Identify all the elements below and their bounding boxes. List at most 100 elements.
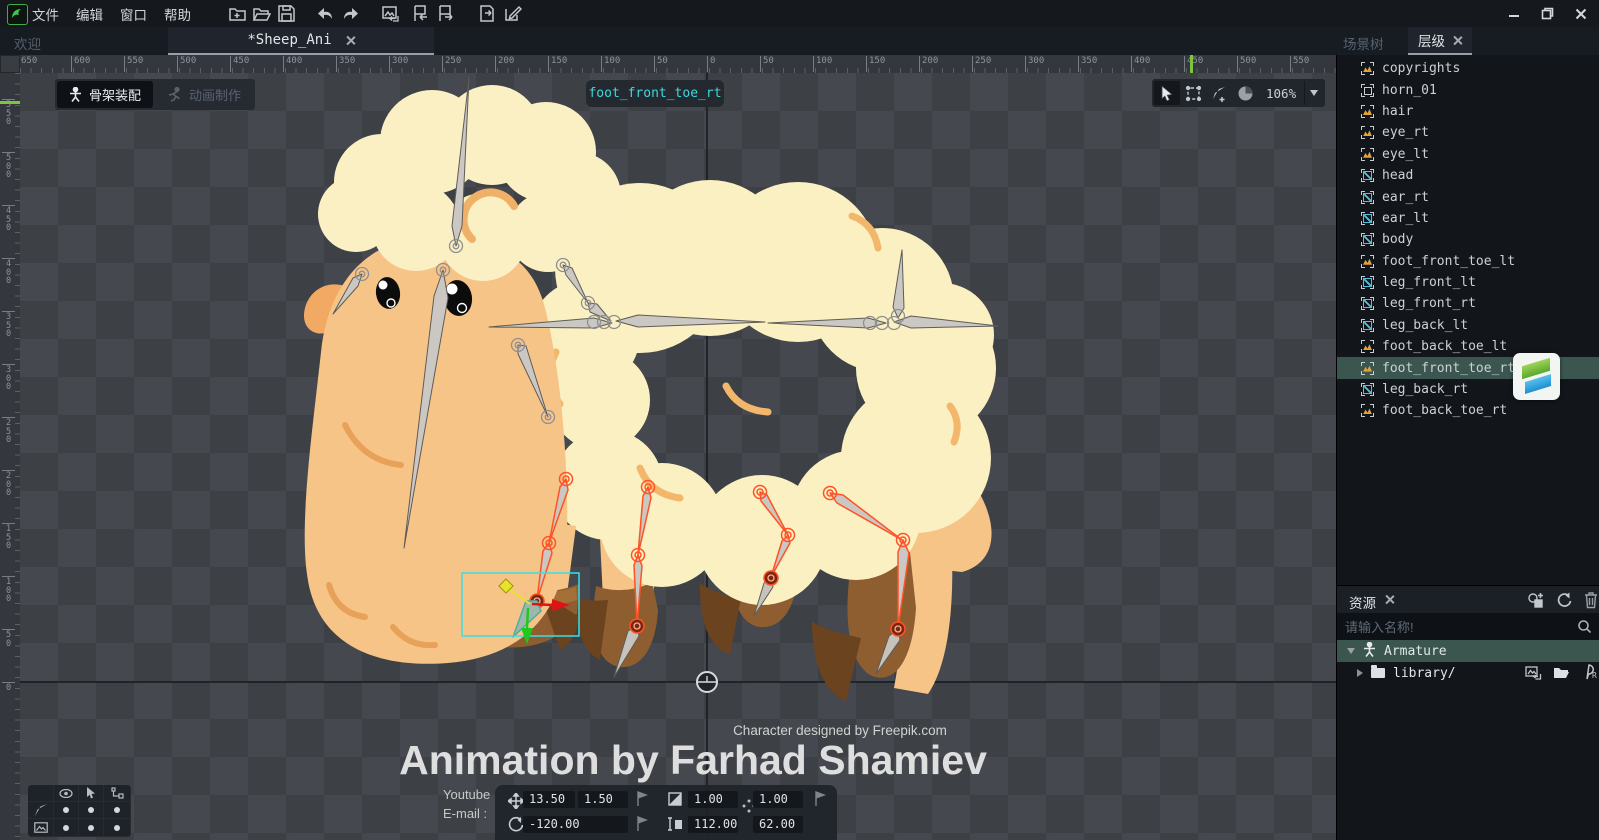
scale-x-input[interactable]: 1.00 <box>688 791 738 808</box>
folder-icon <box>1371 668 1385 678</box>
import-image-icon[interactable] <box>381 4 400 23</box>
slot-type-icon <box>1361 169 1374 182</box>
overlay-opacity-button[interactable] <box>1232 81 1258 105</box>
maximize-button[interactable] <box>1536 5 1558 22</box>
free-transform-button[interactable] <box>1180 81 1206 105</box>
undo-icon[interactable] <box>316 4 335 23</box>
images-selectable-toggle[interactable] <box>79 819 104 837</box>
canvas-viewport[interactable]: 骨架装配 动画制作 foot_front_toe_rt 106% <box>20 73 1336 840</box>
hierarchy-item[interactable]: foot_back_toe_rt <box>1337 400 1599 421</box>
selectable-column-header[interactable] <box>79 785 104 802</box>
bones-option-toggle[interactable] <box>104 802 131 819</box>
width-input[interactable]: 112.00 <box>688 816 738 833</box>
hierarchy-item[interactable]: hair <box>1337 101 1599 122</box>
mode-armature-button[interactable]: 骨架装配 <box>57 81 153 108</box>
chevron-down-icon[interactable] <box>1347 648 1355 654</box>
import-file-icon[interactable] <box>411 4 430 23</box>
eye-icon <box>59 789 73 798</box>
position-y-input[interactable]: 1.50 <box>578 791 628 808</box>
ruler-label: 250 <box>442 56 461 72</box>
position-keyframe-flag-icon[interactable] <box>635 791 651 807</box>
ruler-left: 5 5 05 0 04 5 04 0 03 5 03 0 02 5 02 0 0… <box>0 73 20 840</box>
trash-icon[interactable] <box>1583 591 1599 614</box>
menu-item[interactable]: 编辑 <box>76 4 103 24</box>
resources-tab-close-icon[interactable] <box>1385 595 1394 604</box>
images-row-label[interactable] <box>28 819 54 837</box>
edit-data-icon[interactable] <box>503 4 522 23</box>
bones-visible-toggle[interactable] <box>54 802 79 819</box>
mode-animation-button[interactable]: 动画制作 <box>155 81 253 108</box>
tree-item-label: Armature <box>1384 644 1447 659</box>
new-project-icon[interactable] <box>228 4 247 23</box>
zoom-dropdown-button[interactable] <box>1304 81 1323 105</box>
menu-item[interactable]: 帮助 <box>164 4 191 24</box>
tab-welcome[interactable]: 欢迎 <box>14 33 41 53</box>
hierarchy-item[interactable]: copyrights <box>1337 58 1599 79</box>
export-data-icon[interactable] <box>478 4 497 23</box>
import-image-icon[interactable] <box>1525 665 1542 685</box>
tab-scene-tree[interactable]: 场景树 <box>1343 33 1384 53</box>
rotation-keyframe-flag-icon[interactable] <box>635 816 651 832</box>
images-option-toggle[interactable] <box>104 819 131 837</box>
bones-row-label[interactable] <box>28 802 54 819</box>
locate-pin-icon[interactable]: R <box>1583 664 1599 685</box>
hierarchy-item[interactable]: leg_back_lt <box>1337 315 1599 336</box>
bones-selectable-toggle[interactable] <box>79 802 104 819</box>
menu-item[interactable]: 文件 <box>32 4 59 24</box>
images-visible-toggle[interactable] <box>54 819 79 837</box>
open-project-icon[interactable] <box>252 4 271 23</box>
hierarchy-item[interactable]: leg_front_lt <box>1337 272 1599 293</box>
ruler-label: 3 0 0 <box>2 364 15 392</box>
move-icon <box>508 793 524 809</box>
hierarchy-item[interactable]: horn_01 <box>1337 79 1599 100</box>
save-icon[interactable] <box>277 4 296 23</box>
scale-y-input[interactable]: 1.00 <box>753 791 803 808</box>
hierarchy-item[interactable]: eye_lt <box>1337 144 1599 165</box>
hierarchy-item[interactable]: foot_back_toe_lt <box>1337 336 1599 357</box>
slot-label: foot_front_toe_lt <box>1382 254 1515 269</box>
tab-document[interactable]: *Sheep_Ani <box>168 27 434 55</box>
tree-item-library[interactable]: library/ R <box>1337 662 1599 684</box>
refresh-icon[interactable] <box>1555 591 1573 614</box>
hierarchy-item[interactable]: ear_lt <box>1337 208 1599 229</box>
tab-close-icon[interactable] <box>346 36 355 45</box>
slot-type-icon <box>1361 297 1374 310</box>
select-cursor-button[interactable] <box>1154 81 1180 105</box>
minimize-button[interactable] <box>1503 5 1525 22</box>
hierarchy-item[interactable]: foot_front_toe_lt <box>1337 251 1599 272</box>
tab-hierarchy[interactable]: 层级 <box>1408 27 1472 55</box>
bone-tree-column-header[interactable] <box>104 785 131 802</box>
hierarchy-item[interactable]: head <box>1337 165 1599 186</box>
hierarchy-item[interactable]: eye_rt <box>1337 122 1599 143</box>
chevron-down-icon <box>1310 90 1318 96</box>
scale-keyframe-flag-icon[interactable] <box>813 791 829 807</box>
add-asset-icon[interactable] <box>1527 591 1545 614</box>
hierarchy-item[interactable]: leg_front_rt <box>1337 293 1599 314</box>
origin-marker <box>697 672 717 692</box>
cursor-icon <box>1160 85 1174 101</box>
create-bone-button[interactable] <box>1206 81 1232 105</box>
resources-tab-label[interactable]: 资源 <box>1349 592 1376 612</box>
slot-type-icon <box>1361 340 1374 353</box>
visibility-column-header[interactable] <box>54 785 79 802</box>
bone-name-tooltip: foot_front_toe_rt <box>586 80 724 107</box>
redo-icon[interactable] <box>341 4 360 23</box>
resource-search-input[interactable]: 请输入名称! <box>1337 613 1599 640</box>
rotation-input[interactable]: -120.00 <box>523 816 628 833</box>
export-file-icon[interactable] <box>436 4 455 23</box>
open-folder-icon[interactable] <box>1553 665 1570 684</box>
hierarchy-item[interactable]: ear_rt <box>1337 186 1599 207</box>
position-x-input[interactable]: 13.50 <box>523 791 575 808</box>
ruler-label: 300 <box>1025 56 1044 72</box>
chevron-right-icon[interactable] <box>1357 669 1363 677</box>
slot-label: leg_front_rt <box>1382 296 1476 311</box>
height-input[interactable]: 62.00 <box>753 816 803 833</box>
hierarchy-item[interactable]: body <box>1337 229 1599 250</box>
ruler-label: 450 <box>230 56 249 72</box>
tree-item-armature[interactable]: Armature <box>1337 640 1599 662</box>
menu-item[interactable]: 窗口 <box>120 4 147 24</box>
close-button[interactable] <box>1570 5 1592 22</box>
tab-hierarchy-close-icon[interactable] <box>1453 36 1462 45</box>
bone-add-icon <box>1211 85 1228 102</box>
dragonbones-app-window: 文件编辑窗口帮助 欢迎 *Sheep_ <box>0 0 1599 840</box>
